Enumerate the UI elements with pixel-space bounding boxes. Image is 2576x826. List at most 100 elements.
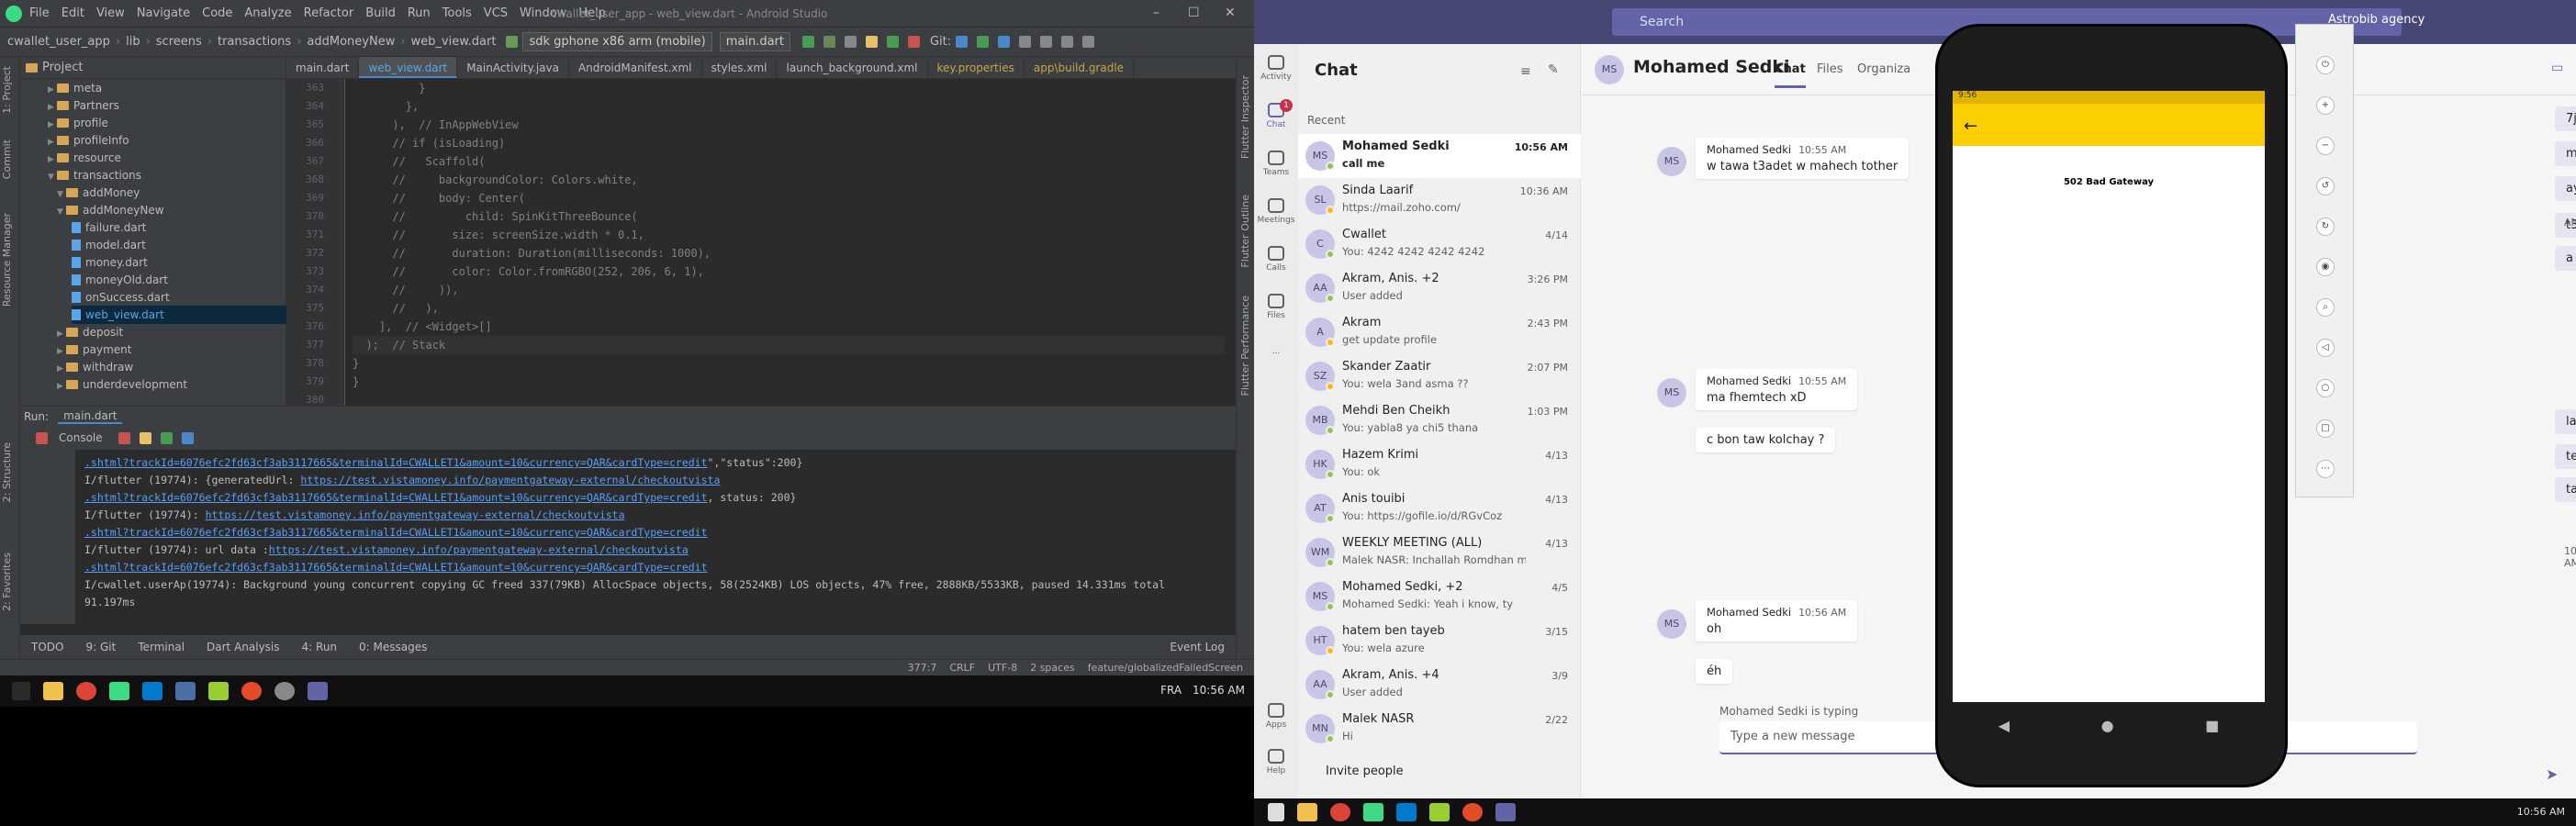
event-log-tab[interactable]: Event Log (1170, 641, 1225, 653)
status-item[interactable]: feature/globalizedFailedScreen (1088, 662, 1243, 674)
hot-restart-icon[interactable] (886, 36, 899, 48)
my-message[interactable]: 7jat o5ra (2555, 106, 2576, 131)
tree-item[interactable]: money.dart (72, 253, 148, 272)
tab-files[interactable]: Files (1817, 62, 1843, 76)
tree-item[interactable]: web_view.dart (72, 306, 310, 324)
tree-item[interactable]: ▼ transactions (48, 166, 141, 184)
search-icon[interactable] (1082, 36, 1095, 48)
bottom-tab-9-git[interactable]: 9: Git (85, 641, 116, 653)
tree-item[interactable]: ▶ withdraw (57, 358, 133, 376)
flutter-outline-tab[interactable]: Flutter Outline (1239, 195, 1251, 268)
console-link[interactable]: https://test.vistamoney.info/paymentgate… (300, 474, 720, 486)
menu-item-vcs[interactable]: VCS (484, 6, 508, 20)
tab-styles-xml[interactable]: styles.xml (702, 57, 778, 78)
tree-item[interactable]: ▶ Partners (48, 96, 119, 115)
conversation-item[interactable]: MB Mehdi Ben Cheikh You: yabla8 ya chi5 th… (1298, 398, 1581, 442)
my-message[interactable]: a kan tloadi (2555, 246, 2576, 271)
hot-reload-icon[interactable] (865, 36, 878, 48)
rail-files[interactable]: Files (1254, 294, 1298, 320)
browser-icon[interactable] (241, 682, 262, 700)
my-message[interactable]: la (2555, 409, 2576, 434)
tree-item[interactable]: model.dart (72, 236, 146, 254)
volume-down-icon[interactable]: − (2316, 137, 2335, 155)
breadcrumb-item[interactable]: lib (126, 35, 140, 49)
clock[interactable]: 10:56 AM (1193, 684, 1245, 697)
tab-organization[interactable]: Organiza (1857, 62, 1910, 76)
message-bubble[interactable]: Mohamed Sedki 10:56 AM oh (1696, 600, 1858, 642)
tab-launch-background-xml[interactable]: launch_background.xml (777, 57, 928, 78)
git-history-icon[interactable] (1019, 36, 1032, 48)
menu-item-refactor[interactable]: Refactor (304, 6, 354, 20)
tree-item[interactable]: ▶ deposit (57, 323, 123, 341)
git-commit-icon[interactable] (977, 36, 990, 48)
browser-icon-2[interactable] (1462, 803, 1483, 821)
debug-icon[interactable] (823, 36, 835, 48)
notepad-icon[interactable] (208, 682, 229, 700)
bottom-tab-terminal[interactable]: Terminal (138, 641, 185, 653)
tree-item[interactable]: ▶ resource (48, 149, 121, 167)
breadcrumb-item[interactable]: addMoneyNew (307, 35, 395, 49)
menu-item-code[interactable]: Code (202, 6, 232, 20)
rail-chat[interactable]: Chat 1 (1254, 99, 1298, 129)
back-arrow-icon[interactable]: ← (1964, 117, 1977, 136)
rail-apps[interactable]: Apps (1254, 703, 1298, 730)
rotate-right-icon[interactable]: ↻ (2316, 218, 2335, 236)
tab-key-properties[interactable]: key.properties (928, 57, 1025, 78)
clock-right[interactable]: 10:56 AM (2517, 806, 2565, 818)
tree-item[interactable]: ▶ profileInfo (48, 131, 129, 150)
resource-manager-tab[interactable]: Resource Manager (1, 213, 13, 307)
tree-item[interactable]: ▼ addMoneyNew (57, 201, 164, 219)
bottom-tab-0-messages[interactable]: 0: Messages (359, 641, 427, 653)
flutter-performance-tab[interactable]: Flutter Performance (1239, 296, 1251, 396)
run-icon[interactable] (801, 36, 814, 48)
obs-icon[interactable] (274, 682, 295, 700)
menu-item-analyze[interactable]: Analyze (244, 6, 291, 20)
more-icon[interactable]: ⋯ (2316, 460, 2335, 478)
tree-item[interactable]: ▶ payment (57, 340, 131, 359)
power-icon[interactable]: ⏻ (2316, 56, 2335, 74)
conversation-item[interactable]: AA Akram, Anis. +4 User added 3/9 (1298, 663, 1581, 707)
reload-icon[interactable] (139, 431, 151, 444)
breadcrumb-item[interactable]: transactions (218, 35, 291, 49)
expand-arrow-icon[interactable]: ▼ (57, 203, 66, 221)
bottom-tab-todo[interactable]: TODO (31, 641, 63, 653)
commit-tool-tab[interactable]: Commit (1, 140, 13, 179)
conversation-item[interactable]: MN Malek NASR Hi 2/22 (1298, 707, 1581, 751)
tree-item[interactable]: ▼ addMoney (57, 184, 140, 202)
rail-activity[interactable]: Activity (1254, 55, 1298, 82)
rail-calls[interactable]: Calls (1254, 246, 1298, 273)
rail-more-icon[interactable]: ... (1254, 347, 1298, 356)
clear-icon[interactable] (118, 431, 130, 444)
conversation-item[interactable]: SL Sinda Laarif https://mail.zoho.com/10:3… (1298, 178, 1581, 222)
file-explorer-icon[interactable] (43, 682, 63, 700)
structure-tool-tab[interactable]: 2: Structure (1, 442, 13, 502)
devtools-icon[interactable] (181, 431, 194, 444)
project-label[interactable]: Project (42, 61, 83, 74)
device-selector[interactable]: sdk gphone x86 arm (mobile) (522, 32, 712, 51)
project-tool-tab[interactable]: 1: Project (1, 66, 13, 114)
vscode-icon[interactable] (142, 682, 162, 700)
console-tab[interactable]: Console (59, 431, 103, 444)
status-item[interactable]: 2 spaces (1030, 662, 1075, 674)
my-message[interactable]: taw (2555, 477, 2576, 502)
bottom-tab-4-run[interactable]: 4: Run (302, 641, 338, 653)
conversation-item[interactable]: MS Mohamed Sedki call me 10:56 AM (1298, 134, 1581, 178)
console-link[interactable]: https://test.vistamoney.info/paymentgate… (206, 508, 625, 521)
message-avatar[interactable]: MS (1657, 378, 1686, 407)
language-indicator[interactable]: FRA (1160, 684, 1182, 697)
minimize-icon[interactable]: – (1153, 6, 1159, 20)
conversation-item[interactable]: WM WEEKLY MEETING (ALL) Malek NASR: Inchal… (1298, 530, 1581, 575)
stop-run-icon[interactable] (36, 431, 48, 444)
menu-item-navigate[interactable]: Navigate (137, 6, 190, 20)
nav-recents-icon[interactable]: ■ (2205, 717, 2219, 734)
conversation-item[interactable]: C Cwallet You: 4242 4242 4242 4242 4/14 (1298, 222, 1581, 266)
menu-item-edit[interactable]: Edit (62, 6, 84, 20)
menu-item-run[interactable]: Run (408, 6, 431, 20)
rail-teams[interactable]: Teams (1254, 151, 1298, 177)
console-link[interactable]: .shtml?trackId=6076efc2fd63cf3ab3117665&… (84, 456, 708, 469)
rail-help[interactable]: Help (1254, 749, 1298, 776)
start-icon-2[interactable] (1268, 803, 1284, 821)
back-icon[interactable]: ◁ (2316, 339, 2335, 357)
console-output[interactable]: .shtml?trackId=6076efc2fd63cf3ab3117665&… (20, 450, 1236, 624)
console-link[interactable]: https://test.vistamoney.info/paymentgate… (269, 543, 689, 556)
